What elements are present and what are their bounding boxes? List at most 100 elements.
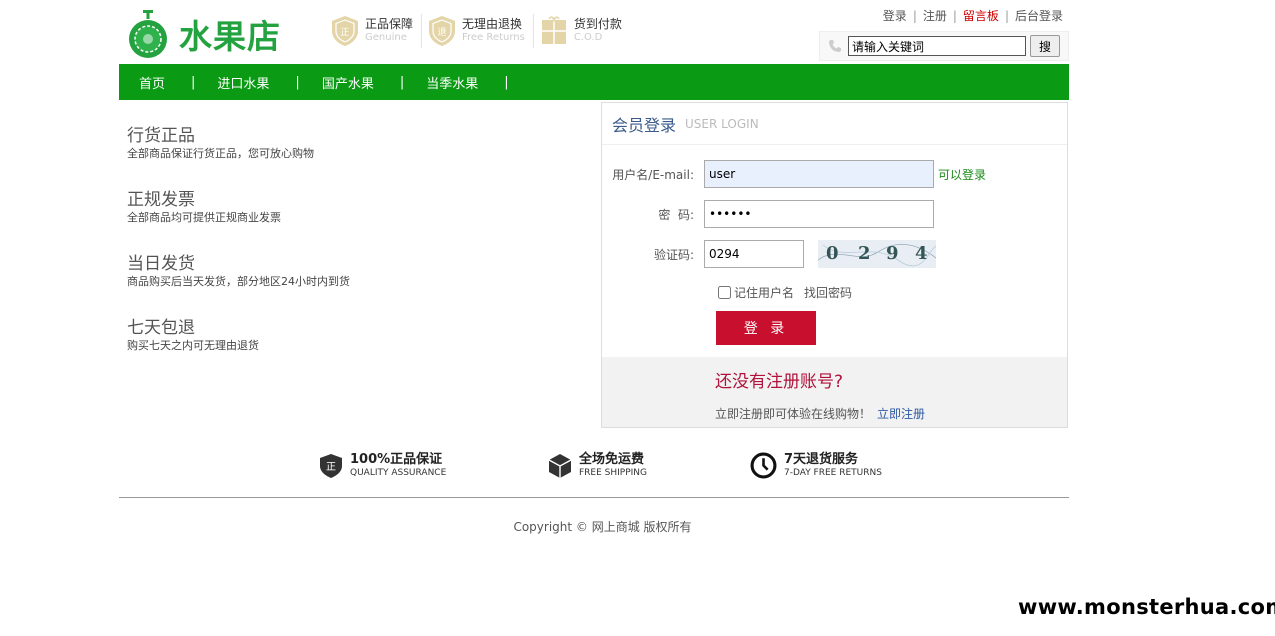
- service-guarantees: 正 100%正品保证 QUALITY ASSURANCE 全场免运费 FREE …: [119, 452, 1069, 482]
- feature-title: 七天包退: [127, 318, 195, 338]
- top-links: 登录 | 注册 | 留言板 | 后台登录: [883, 7, 1063, 24]
- password-row: 密 码:: [602, 200, 934, 228]
- remember-checkbox[interactable]: [718, 286, 731, 299]
- feature-item: 七天包退 购买七天之内可无理由退货: [127, 317, 547, 353]
- service-title: 100%正品保证: [350, 452, 443, 467]
- service-sub: 7-DAY FREE RETURNS: [784, 468, 882, 478]
- feature-list: 行货正品 全部商品保证行货正品，您可放心购物 正规发票 全部商品均可提供正规商业…: [127, 125, 547, 381]
- search-bar: 搜: [819, 31, 1069, 61]
- promise-returns: 退 无理由退换 Free Returns: [428, 14, 534, 48]
- promise-cod: 货到付款 C.O.D: [540, 14, 630, 48]
- promise-title: 正品保障: [365, 17, 414, 31]
- register-prompt: 还没有注册账号? 立即注册即可体验在线购物！ 立即注册: [602, 357, 1067, 427]
- captcha-char: 9: [886, 243, 899, 264]
- login-panel: 会员登录 USER LOGIN 用户名/E-mail: 可以登录 密 码: 验证…: [601, 102, 1068, 428]
- service-sub: QUALITY ASSURANCE: [350, 468, 447, 478]
- promise-sub: Free Returns: [462, 32, 525, 43]
- genuine-shield-icon: 正: [332, 16, 358, 46]
- register-tip: 立即注册即可体验在线购物！ 立即注册: [715, 405, 925, 422]
- feature-desc: 全部商品保证行货正品，您可放心购物: [127, 147, 314, 160]
- feature-title: 正规发票: [127, 190, 195, 210]
- search-input[interactable]: [848, 36, 1026, 56]
- feature-desc: 商品购买后当天发货，部分地区24小时内到货: [127, 275, 350, 288]
- captcha-char: 4: [915, 243, 928, 264]
- service-quality: 正 100%正品保证 QUALITY ASSURANCE: [319, 452, 446, 479]
- login-button[interactable]: 登 录: [716, 311, 816, 345]
- captcha-input[interactable]: [704, 240, 804, 268]
- nav-imported-fruit[interactable]: 进口水果: [217, 73, 269, 92]
- register-title: 还没有注册账号?: [715, 372, 844, 392]
- quality-shield-icon: 正: [320, 453, 342, 478]
- fruit-logo-icon: [129, 10, 167, 58]
- separator: |: [912, 9, 917, 23]
- register-now-link[interactable]: 立即注册: [877, 407, 925, 421]
- service-shipping: 全场免运费 FREE SHIPPING: [548, 452, 647, 479]
- separator: |: [952, 9, 957, 23]
- admin-login-link[interactable]: 后台登录: [1015, 9, 1063, 23]
- site-logo[interactable]: 水果店: [127, 9, 281, 59]
- clock-icon: [750, 452, 777, 479]
- svg-text:退: 退: [438, 27, 447, 38]
- login-subtitle: USER LOGIN: [685, 116, 759, 131]
- svg-text:正: 正: [326, 462, 336, 473]
- nav-home[interactable]: 首页: [139, 73, 165, 92]
- footer-divider: [119, 497, 1069, 498]
- brand-name: 水果店: [179, 17, 281, 56]
- nav-seasonal-fruit[interactable]: 当季水果: [426, 73, 478, 92]
- username-input[interactable]: [704, 160, 934, 188]
- captcha-char: 2: [858, 243, 871, 264]
- service-title: 全场免运费: [579, 452, 645, 467]
- captcha-label: 验证码:: [653, 247, 694, 262]
- feature-item: 当日发货 商品购买后当天发货，部分地区24小时内到货: [127, 253, 547, 289]
- shipping-box-icon: [548, 453, 572, 478]
- login-link[interactable]: 登录: [883, 9, 907, 23]
- login-title: 会员登录: [612, 115, 677, 135]
- password-label: 密 码:: [658, 207, 694, 222]
- separator: |: [1004, 9, 1009, 23]
- promise-sub: Genuine: [365, 32, 407, 43]
- feature-desc: 全部商品均可提供正规商业发票: [127, 211, 281, 224]
- remember-row: 记住用户名 找回密码: [718, 284, 852, 301]
- nav-domestic-fruit[interactable]: 国产水果: [322, 73, 374, 92]
- feature-title: 行货正品: [127, 126, 195, 146]
- forgot-password-link[interactable]: 找回密码: [804, 284, 852, 301]
- username-row: 用户名/E-mail: 可以登录: [602, 160, 986, 188]
- nav-separator: |: [295, 74, 300, 90]
- phone-icon: [829, 40, 841, 52]
- site-header: 水果店 正 正品保障 Genuine 退 无理由退换 Free Returns: [119, 0, 1069, 64]
- remember-label[interactable]: 记住用户名: [734, 284, 794, 301]
- promise-title: 货到付款: [573, 17, 622, 31]
- guestbook-link[interactable]: 留言板: [963, 9, 999, 23]
- nav-separator: |: [399, 74, 405, 90]
- username-label: 用户名/E-mail:: [612, 167, 694, 182]
- cod-box-icon: [541, 16, 566, 44]
- feature-item: 正规发票 全部商品均可提供正规商业发票: [127, 189, 547, 225]
- main-nav: 首页 | 进口水果 | 国产水果 | 当季水果 |: [119, 64, 1069, 100]
- password-input[interactable]: [704, 200, 934, 228]
- returns-shield-icon: 退: [429, 16, 456, 46]
- promise-genuine: 正 正品保障 Genuine: [331, 14, 423, 48]
- feature-desc: 购买七天之内可无理由退货: [127, 339, 259, 352]
- copyright-text: Copyright © 网上商城 版权所有: [513, 520, 692, 534]
- login-header: 会员登录 USER LOGIN: [602, 103, 1067, 145]
- service-title: 7天退货服务: [784, 452, 859, 467]
- search-button[interactable]: 搜: [1030, 35, 1060, 57]
- footer-copyright: Copyright © 网上商城 版权所有: [0, 518, 1275, 535]
- svg-text:正: 正: [340, 28, 349, 38]
- captcha-row: 验证码: 0 2 9 4: [602, 240, 936, 268]
- service-returns: 7天退货服务 7-DAY FREE RETURNS: [750, 452, 882, 479]
- username-status: 可以登录: [938, 167, 987, 182]
- promise-list: 正 正品保障 Genuine 退 无理由退换 Free Returns 货到付款…: [331, 14, 636, 48]
- promise-sub: C.O.D: [573, 32, 603, 43]
- nav-separator: |: [504, 74, 509, 90]
- service-sub: FREE SHIPPING: [579, 468, 648, 478]
- feature-title: 当日发货: [127, 254, 195, 274]
- site-watermark: www.monsterhua.com: [1012, 592, 1275, 622]
- register-tip-text: 立即注册即可体验在线购物！: [715, 407, 872, 421]
- promise-title: 无理由退换: [462, 17, 523, 31]
- captcha-char: 0: [826, 243, 839, 264]
- feature-item: 行货正品 全部商品保证行货正品，您可放心购物: [127, 125, 547, 161]
- register-link[interactable]: 注册: [923, 9, 947, 23]
- captcha-image[interactable]: 0 2 9 4: [818, 240, 936, 268]
- nav-separator: |: [191, 74, 196, 90]
